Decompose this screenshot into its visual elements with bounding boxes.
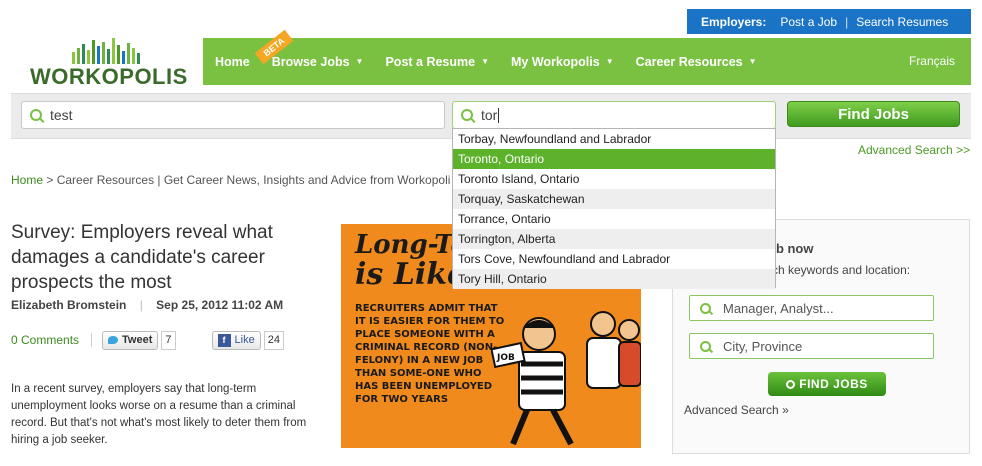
widget-find-jobs-button[interactable]: FIND JOBS	[768, 372, 886, 396]
tweet-button[interactable]: Tweet	[102, 330, 159, 350]
advanced-search-link[interactable]: Advanced Search >>	[858, 143, 970, 157]
article-intro: In a recent survey, employers say that l…	[11, 383, 307, 446]
location-input[interactable]: tor	[452, 101, 776, 129]
autocomplete-option[interactable]: Torrington, Alberta	[453, 229, 775, 249]
autocomplete-option[interactable]: Torbay, Newfoundland and Labrador	[453, 129, 775, 149]
search-icon	[700, 302, 711, 314]
autocomplete-option-selected[interactable]: Toronto, Ontario	[453, 149, 775, 169]
twitter-bird-icon	[108, 336, 119, 344]
chevron-down-icon: ▼	[355, 57, 364, 66]
keywords-input[interactable]: test	[21, 101, 445, 129]
autocomplete-option[interactable]: Tors Cove, Newfoundland and Labrador	[453, 249, 775, 269]
widget-location-input[interactable]: City, Province	[689, 333, 934, 359]
chevron-down-icon: ▼	[605, 57, 614, 66]
nav-my-workopolis[interactable]: My Workopolis ▼	[500, 55, 625, 69]
search-icon	[700, 340, 711, 352]
autocomplete-option[interactable]: Toronto Island, Ontario	[453, 169, 775, 189]
comments-link[interactable]: 0 Comments	[11, 333, 79, 347]
employers-label: Employers:	[701, 14, 767, 29]
main-nav: Home Browse Jobs ▼ Post a Resume ▼ My Work…	[203, 38, 971, 85]
divider	[91, 333, 93, 347]
employers-separator: |	[845, 14, 849, 29]
text-cursor	[498, 107, 500, 123]
facebook-icon: f	[217, 333, 231, 347]
illustration-caption: RECRUITERS ADMIT THAT IT IS EASIER FOR T…	[355, 303, 505, 405]
like-count: 24	[263, 330, 284, 350]
nav-career-resources[interactable]: Career Resources ▼	[625, 55, 768, 69]
nav-post-resume[interactable]: Post a Resume ▼	[374, 55, 500, 69]
autocomplete-option[interactable]: Tory Hill, Ontario	[453, 269, 775, 289]
employers-bar: Employers: Post a Job | Search Resumes	[687, 9, 971, 34]
tweet-count: 7	[161, 330, 176, 350]
social-bar: 0 Comments Tweet 7 f Like 24	[11, 330, 284, 350]
chevron-down-icon: ▼	[481, 57, 490, 66]
job-sign-text: JOB	[496, 353, 515, 363]
nav-home[interactable]: Home	[203, 55, 261, 69]
breadcrumb-home-link[interactable]: Home	[11, 173, 43, 187]
illustration-title: Long-Te is Like	[355, 230, 468, 292]
language-toggle[interactable]: Français	[909, 54, 955, 68]
author-name: Elizabeth Bromstein	[11, 298, 127, 312]
byline-separator: |	[139, 298, 143, 312]
location-autocomplete: Torbay, Newfoundland and Labrador Toront…	[452, 128, 776, 289]
breadcrumb: Home > Career Resources | Get Career New…	[11, 173, 451, 187]
article-date: Sep 25, 2012 11:02 AM	[156, 298, 284, 312]
nav-browse-jobs[interactable]: Browse Jobs ▼	[261, 55, 375, 69]
autocomplete-option[interactable]: Torquay, Saskatchewan	[453, 189, 775, 209]
skyline-logo-icon	[72, 38, 140, 64]
article-byline: Elizabeth Bromstein | Sep 25, 2012 11:02…	[11, 298, 283, 312]
widget-keywords-input[interactable]: Manager, Analyst...	[689, 295, 934, 321]
search-icon	[461, 109, 473, 121]
article-headline: Survey: Employers reveal what damages a …	[11, 222, 273, 293]
search-resumes-link[interactable]: Search Resumes	[856, 15, 948, 29]
workopolis-logo[interactable]: WORKOPOLIS	[30, 38, 190, 89]
logo-wordmark: WORKOPOLIS	[30, 64, 188, 89]
search-icon	[30, 109, 42, 121]
post-job-link[interactable]: Post a Job	[780, 15, 837, 29]
search-icon	[786, 380, 796, 389]
facebook-like-button[interactable]: f Like	[211, 330, 261, 350]
autocomplete-option[interactable]: Torrance, Ontario	[453, 209, 775, 229]
widget-subtitle: rch keywords and location:	[768, 263, 911, 277]
running-figures-illustration: JOB	[491, 311, 641, 446]
chevron-down-icon: ▼	[748, 57, 757, 66]
find-jobs-button[interactable]: Find Jobs	[787, 101, 960, 127]
widget-advanced-search-link[interactable]: Advanced Search »	[684, 403, 789, 417]
breadcrumb-trail: > Career Resources | Get Career News, In…	[43, 173, 451, 187]
